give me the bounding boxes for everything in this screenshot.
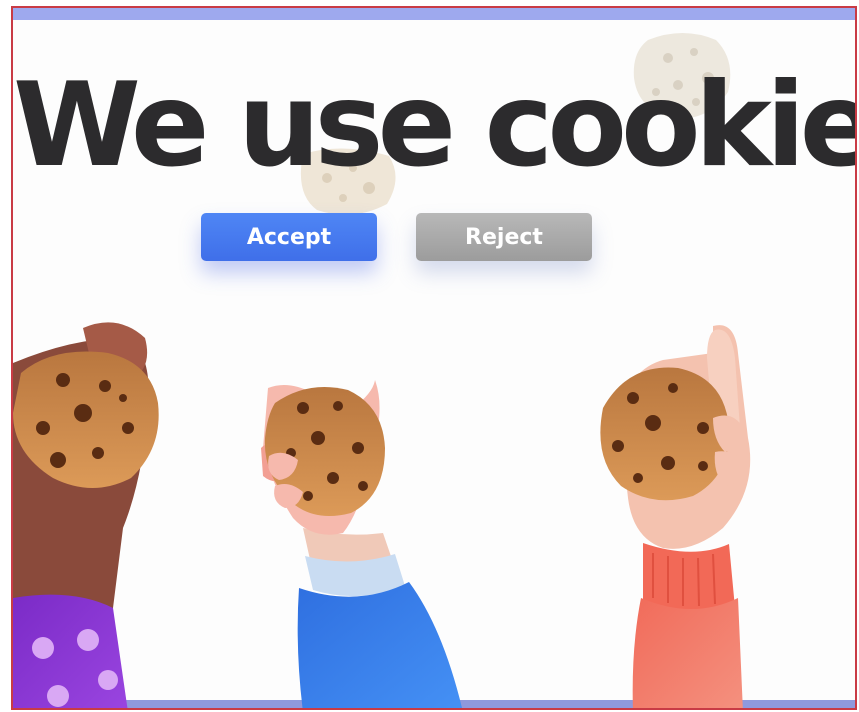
cookie-consent-banner: We use cookies Accept Reject [11,6,857,710]
page-title: We use cookies [13,58,857,193]
right-hand-with-cookie [600,325,751,708]
middle-hand-with-cookie [261,380,463,708]
cookie-icon [600,367,730,501]
left-hand-with-cookie [13,322,159,708]
reject-button[interactable]: Reject [416,213,592,261]
accept-button[interactable]: Accept [201,213,377,261]
